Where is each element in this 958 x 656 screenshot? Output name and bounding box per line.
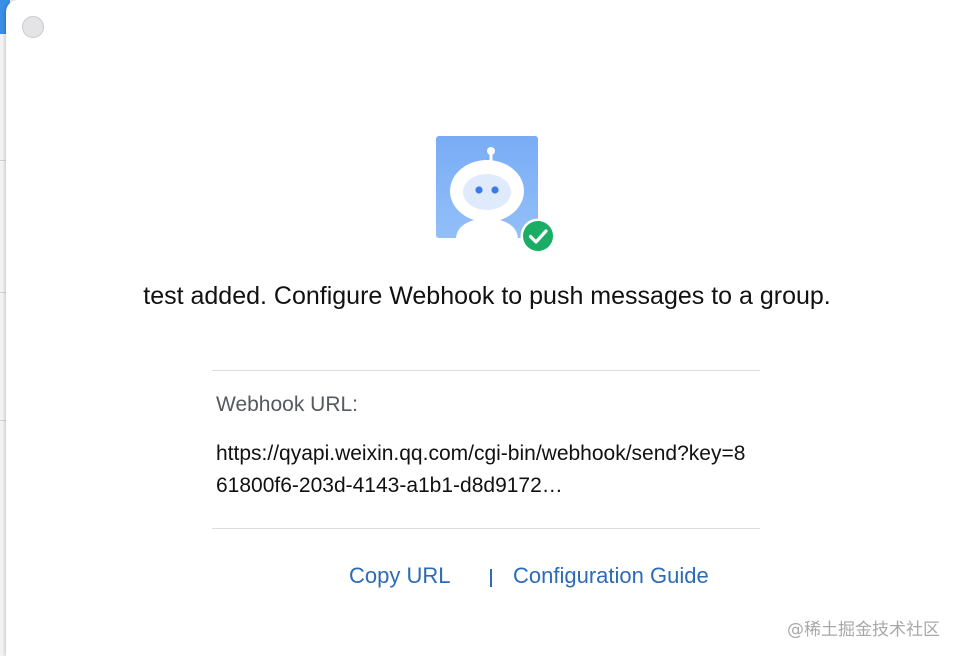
configuration-guide-link[interactable]: Configuration Guide <box>513 563 709 589</box>
link-separator <box>490 569 492 587</box>
bot-added-dialog: test added. Configure Webhook to push me… <box>6 0 958 656</box>
top-divider <box>212 370 760 371</box>
copy-url-link[interactable]: Copy URL <box>349 563 450 589</box>
success-message: test added. Configure Webhook to push me… <box>143 282 831 310</box>
watermark: @稀土掘金技术社区 <box>787 620 940 640</box>
webhook-url-label: Webhook URL: <box>216 393 359 416</box>
close-button[interactable] <box>22 16 44 38</box>
dialog-actions: Copy URL Configuration Guide <box>212 563 760 597</box>
webhook-url-value: https://qyapi.weixin.qq.com/cgi-bin/webh… <box>216 442 746 497</box>
screen: test added. Configure Webhook to push me… <box>0 0 958 656</box>
bottom-divider <box>212 528 760 529</box>
check-circle-icon <box>520 218 556 254</box>
bot-avatar-container <box>436 136 556 254</box>
